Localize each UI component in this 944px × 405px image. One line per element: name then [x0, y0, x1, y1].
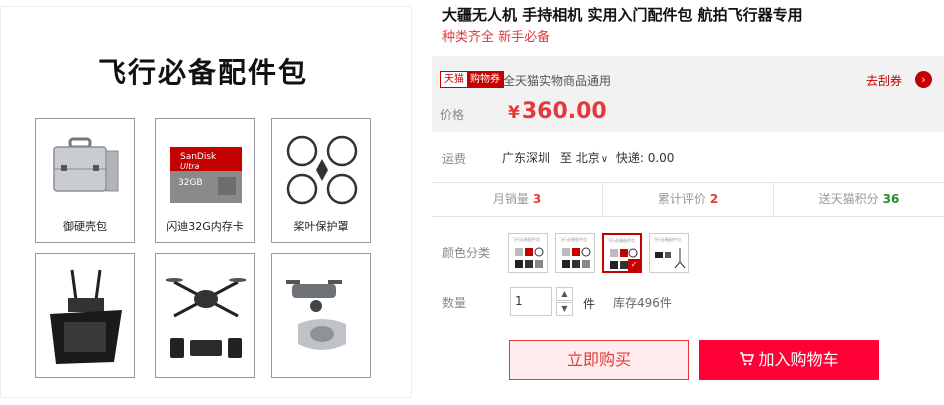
color-option-2[interactable]: 飞行必备配件包: [555, 233, 595, 273]
stat-label: 累计评价: [657, 192, 706, 206]
color-option-label: 颜色分类: [442, 246, 491, 260]
quantity-increase-button[interactable]: ▲: [556, 287, 573, 301]
card-line: Ultra: [180, 162, 200, 171]
accessory-caption: 桨叶保护罩: [293, 220, 349, 233]
stock-count: 库存496件: [613, 296, 672, 310]
promo-price-box: 天猫 购物券 全天猫实物商品通用 去刮券 › 价格 ¥360.00: [432, 56, 944, 132]
stat-value: 2: [709, 192, 719, 206]
buy-now-button[interactable]: 立即购买: [509, 340, 689, 380]
prop-guard-image: [286, 135, 358, 205]
memory-card-image: SanDisk Ultra 32GB: [170, 147, 242, 203]
price-label: 价格: [440, 108, 465, 122]
tmall-coupon-badge: 天猫 购物券: [440, 71, 504, 88]
stat-reviews[interactable]: 累计评价 2: [602, 183, 773, 216]
quantity-label: 数量: [442, 296, 467, 310]
quantity-input[interactable]: 1: [510, 287, 552, 316]
get-coupon-link[interactable]: 去刮券: [866, 72, 902, 89]
card-size: 32GB: [178, 178, 203, 188]
add-to-cart-button[interactable]: 加入购物车: [699, 340, 879, 380]
image-headline: 飞行必备配件包: [97, 56, 308, 89]
product-subtitle: 种类齐全 新手必备: [442, 30, 551, 45]
stat-monthly-sales: 月销量 3: [432, 183, 602, 216]
stat-label: 送天猫积分: [818, 192, 879, 206]
add-to-cart-label: 加入购物车: [758, 350, 839, 369]
accessory-remote-hood: [35, 253, 135, 378]
chevron-down-icon[interactable]: ∨: [601, 154, 608, 165]
quantity-decrease-button[interactable]: ▼: [556, 302, 573, 316]
accessory-drone-kit: [155, 253, 255, 378]
color-option-4[interactable]: 飞行必备配件包: [649, 233, 689, 273]
product-image-panel: 飞行必备配件包 御硬壳包 SanDisk Ultra 32GB 闪迪32G内存卡…: [0, 0, 415, 405]
accessory-gimbal-cover: [271, 253, 371, 378]
price-value: ¥360.00: [508, 99, 607, 124]
remote-hood-image: [50, 269, 122, 364]
drone-kit-image: [166, 278, 246, 358]
sales-stats: 月销量 3 累计评价 2 送天猫积分 36: [432, 183, 944, 216]
accessory-caption: 御硬壳包: [63, 220, 107, 233]
stat-points: 送天猫积分 36: [773, 183, 944, 216]
color-option-list: 飞行必备配件包 飞行必备配件包 飞行必备配件包 ✓ 飞行必备配件包: [508, 233, 689, 273]
gimbal-cover-image: [286, 280, 346, 350]
stat-label: 月销量: [492, 192, 529, 206]
card-brand: SanDisk: [180, 152, 217, 162]
product-title: 大疆无人机 手持相机 实用入门配件包 航拍飞行器专用: [442, 6, 803, 24]
cart-icon: [740, 352, 755, 366]
stat-value: 36: [882, 192, 900, 206]
stat-value: 3: [532, 192, 542, 206]
thumb-image: [562, 247, 591, 268]
price-amount: 360.00: [521, 99, 607, 124]
thumb-image: [655, 248, 686, 269]
shipping-destination-select[interactable]: 北京: [576, 151, 600, 165]
shipping-to: 至: [559, 151, 572, 165]
accessory-caption: 闪迪32G内存卡: [166, 220, 244, 233]
currency-symbol: ¥: [508, 103, 520, 123]
product-info-panel: 大疆无人机 手持相机 实用入门配件包 航拍飞行器专用 种类齐全 新手必备 天猫 …: [432, 0, 944, 405]
accessory-prop-guard: 桨叶保护罩: [271, 118, 371, 243]
hard-case-image: [53, 137, 119, 192]
tmall-badge-label: 天猫: [441, 72, 467, 87]
promo-text: 全天猫实物商品通用: [503, 74, 612, 88]
product-page: 飞行必备配件包 御硬壳包 SanDisk Ultra 32GB 闪迪32G内存卡…: [0, 0, 944, 405]
color-option-3[interactable]: 飞行必备配件包 ✓: [602, 233, 642, 273]
divider: [432, 216, 944, 217]
chevron-right-icon[interactable]: ›: [915, 71, 932, 88]
shipping-label: 运费: [442, 152, 467, 166]
accessory-hard-case: 御硬壳包: [35, 118, 135, 243]
quantity-unit: 件: [583, 297, 596, 311]
shipping-info: 广东深圳 至 北京∨ 快递: 0.00: [502, 149, 674, 166]
shipping-origin: 广东深圳: [502, 151, 551, 165]
color-option-1[interactable]: 飞行必备配件包: [508, 233, 548, 273]
shipping-fee: 快递: 0.00: [615, 151, 675, 165]
quantity-stepper: ▲ ▼: [556, 287, 573, 316]
accessory-memory-card: SanDisk Ultra 32GB 闪迪32G内存卡: [155, 118, 255, 243]
coupon-badge-label: 购物券: [467, 72, 503, 87]
thumb-image: [515, 247, 544, 268]
main-product-image[interactable]: 飞行必备配件包 御硬壳包 SanDisk Ultra 32GB 闪迪32G内存卡…: [0, 6, 412, 398]
check-icon: ✓: [628, 259, 640, 271]
